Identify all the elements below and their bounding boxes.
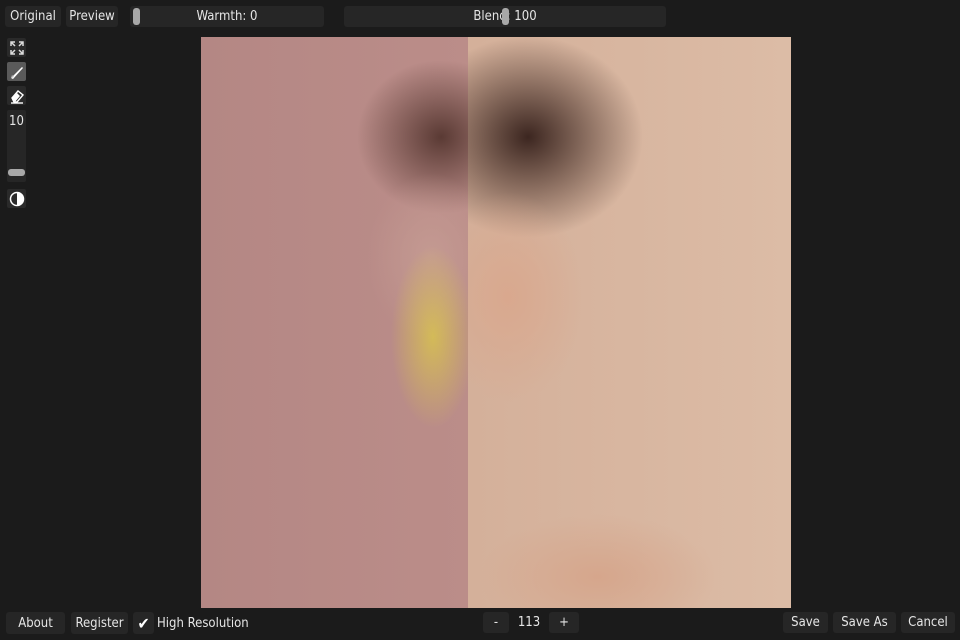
zoom-out-button[interactable]: - [483,612,509,633]
register-button[interactable]: Register [71,612,128,634]
save-button[interactable]: Save [783,612,828,633]
brush-size-value: 10 [9,114,24,129]
warmth-label: Warmth: 0 [196,9,258,24]
cancel-button[interactable]: Cancel [901,612,955,633]
checkmark-icon: ✔ [133,612,154,634]
contrast-button[interactable] [7,189,26,208]
processed-image-half [201,37,468,608]
save-as-button[interactable]: Save As [833,612,896,633]
brush-tool-button[interactable] [7,62,26,81]
zoom-in-button[interactable]: + [549,612,579,633]
brush-size-slider[interactable]: 10 [7,110,26,182]
brush-size-handle[interactable] [8,169,25,176]
blend-slider[interactable]: Blend: 100 [344,6,666,27]
image-canvas[interactable] [201,37,791,608]
fullscreen-icon [9,40,24,55]
zoom-value: 113 [517,615,541,630]
warmth-slider-handle[interactable] [133,8,140,25]
original-button[interactable]: Original [5,6,61,27]
fit-screen-button[interactable] [7,38,26,57]
high-resolution-label: High Resolution [157,615,249,631]
about-button[interactable]: About [6,612,65,634]
original-image-half [468,37,791,608]
brush-icon [10,66,23,79]
eraser-tool-button[interactable] [7,86,26,105]
preview-button[interactable]: Preview [66,6,118,27]
blend-slider-handle[interactable] [502,8,509,25]
high-resolution-checkbox[interactable]: ✔ High Resolution [133,612,249,634]
warmth-slider[interactable]: Warmth: 0 [130,6,324,27]
contrast-icon [9,191,24,206]
eraser-icon [10,89,24,104]
